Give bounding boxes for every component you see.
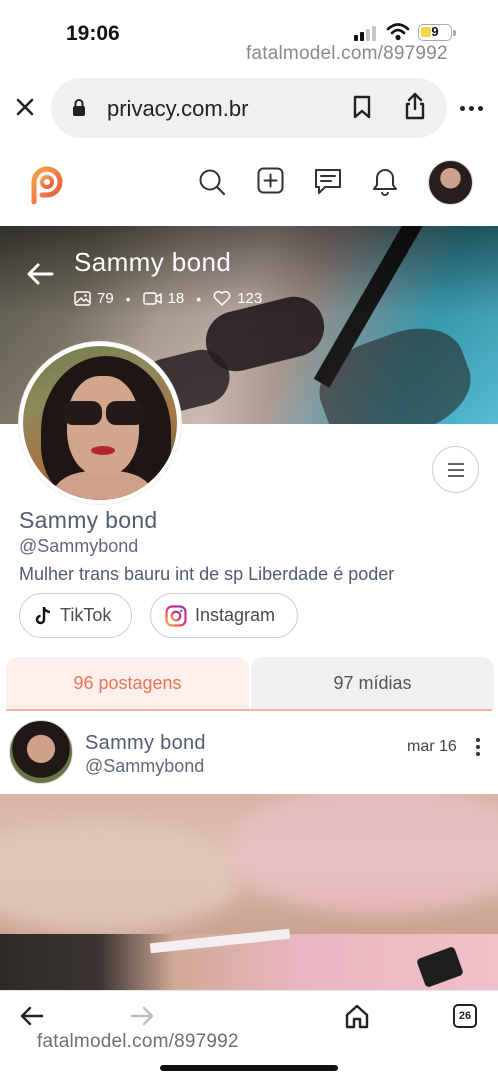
forward-icon[interactable] [130, 1005, 154, 1027]
status-bar: 19:06 9 fatalmodel.com/897992 [0, 0, 498, 70]
post-media[interactable] [0, 794, 498, 990]
video-count: 18 [167, 290, 185, 307]
tabs-icon[interactable]: 26 [453, 1004, 477, 1028]
instagram-label: Instagram [195, 605, 276, 625]
back-icon[interactable] [20, 1005, 44, 1027]
wifi-icon [386, 23, 410, 41]
browser-url-bar: privacy.com.br [0, 78, 498, 138]
tab-media[interactable]: 97 mídias [251, 657, 494, 709]
tab-posts[interactable]: 96 postagens [6, 657, 249, 709]
profile-tabs: 96 postagens 97 mídias [6, 657, 494, 711]
profile-name: Sammy bond [19, 507, 158, 533]
instagram-link[interactable]: Instagram [150, 593, 298, 638]
url-field[interactable]: privacy.com.br [51, 78, 447, 138]
signal-icon [354, 26, 376, 41]
app-header [0, 150, 498, 220]
post-header: Sammy bond @Sammybond mar 16 [0, 720, 498, 790]
tab-underline [6, 709, 492, 711]
profile-avatar[interactable] [19, 342, 181, 504]
watermark-top: fatalmodel.com/897992 [246, 43, 448, 64]
share-icon[interactable] [403, 91, 427, 121]
tiktok-link[interactable]: TikTok [19, 593, 132, 638]
likes-count: 123 [237, 290, 263, 307]
banner-name: Sammy bond [74, 247, 232, 277]
tiktok-label: TikTok [60, 605, 112, 625]
post-author-handle: @Sammybond [85, 756, 205, 776]
back-arrow-icon[interactable] [26, 262, 54, 286]
post-author-name[interactable]: Sammy bond [85, 732, 206, 755]
heart-icon [213, 291, 231, 306]
lock-icon [73, 99, 85, 116]
logo-icon[interactable] [26, 162, 68, 206]
home-indicator [160, 1065, 338, 1071]
more-icon[interactable] [460, 106, 483, 111]
image-icon [74, 291, 91, 306]
post-date: mar 16 [407, 738, 457, 755]
battery-level: 9 [431, 24, 439, 39]
url-text: privacy.com.br [107, 96, 249, 121]
profile-bio: Mulher trans bauru int de sp Liberdade é… [19, 564, 395, 584]
tiktok-icon [35, 606, 51, 624]
video-icon [142, 292, 162, 305]
menu-button[interactable] [432, 446, 479, 493]
bell-icon[interactable] [372, 167, 398, 196]
profile-handle: @Sammybond [19, 536, 139, 556]
watermark-bottom: fatalmodel.com/897992 [37, 1031, 239, 1052]
bookmark-icon[interactable] [351, 94, 373, 120]
user-avatar[interactable] [428, 160, 473, 205]
chat-icon[interactable] [314, 167, 342, 195]
post-author-avatar[interactable] [9, 720, 73, 784]
image-count: 79 [97, 290, 114, 307]
kebab-icon[interactable] [476, 738, 480, 756]
battery-icon: 9 [418, 24, 456, 41]
instagram-icon [165, 604, 187, 627]
search-icon[interactable] [197, 167, 227, 197]
add-icon[interactable] [257, 167, 284, 194]
close-icon[interactable] [13, 95, 37, 119]
banner-stats: 79 • 18 • 123 [74, 290, 262, 307]
status-time: 19:06 [66, 22, 120, 45]
home-icon[interactable] [344, 1003, 370, 1029]
